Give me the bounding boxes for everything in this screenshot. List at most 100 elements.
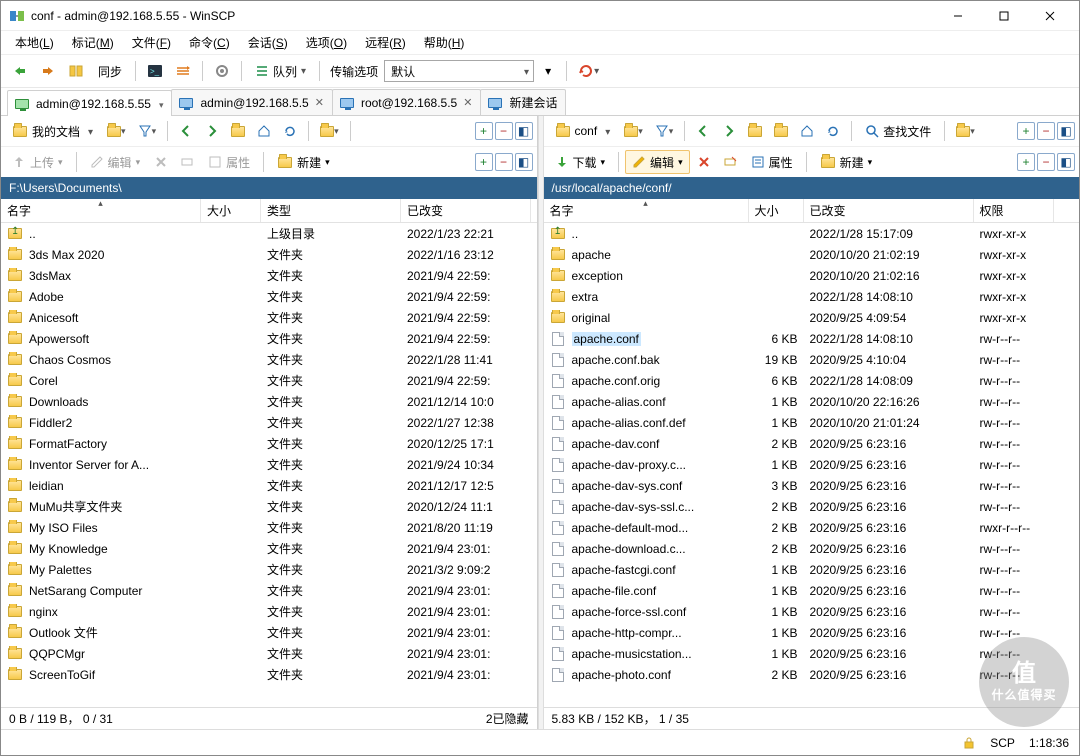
table-row[interactable]: NetSarang Computer文件夹2021/9/4 23:01: (1, 580, 537, 601)
remote-collapse-tree-button[interactable]: − (1037, 122, 1055, 140)
table-row[interactable]: apache-file.conf1 KB2020/9/25 6:23:16rw-… (544, 580, 1080, 601)
table-row[interactable]: Adobe文件夹2021/9/4 22:59: (1, 286, 537, 307)
maximize-button[interactable] (981, 1, 1027, 31)
column-header[interactable]: 大小 (201, 199, 261, 222)
remote-bookmark-icon[interactable]: ▾ (951, 119, 980, 143)
table-row[interactable]: apache.conf6 KB2022/1/28 14:08:10rw-r--r… (544, 328, 1080, 349)
table-row[interactable]: Inventor Server for A...文件夹2021/9/24 10:… (1, 454, 537, 475)
table-row[interactable]: FormatFactory文件夹2020/12/25 17:1 (1, 433, 537, 454)
session-tab[interactable]: admin@192.168.5.5✕ (171, 89, 332, 115)
remote-root-icon[interactable] (769, 119, 793, 143)
menu-item[interactable]: 选项(O) (298, 32, 355, 53)
local-refresh-icon[interactable] (278, 119, 302, 143)
table-row[interactable]: Outlook 文件文件夹2021/9/4 23:01: (1, 622, 537, 643)
remote-expand-tree-button[interactable]: + (1017, 122, 1035, 140)
table-row[interactable]: Apowersoft文件夹2021/9/4 22:59: (1, 328, 537, 349)
table-row[interactable]: apache-musicstation...1 KB2020/9/25 6:23… (544, 643, 1080, 664)
local-select-invert-button[interactable]: ◧ (515, 153, 533, 171)
local-bookmark-icon[interactable]: ▾ (315, 119, 344, 143)
remote-select-all-button[interactable]: + (1017, 153, 1035, 171)
remote-open-folder-icon[interactable]: ▾ (619, 119, 648, 143)
table-row[interactable]: Chaos Cosmos文件夹2022/1/28 11:41 (1, 349, 537, 370)
menu-item[interactable]: 文件(F) (124, 32, 179, 53)
local-tree-toggle-button[interactable]: ◧ (515, 122, 533, 140)
column-header[interactable]: 权限 (974, 199, 1054, 222)
local-rows[interactable]: ..上级目录2022/1/23 22:213ds Max 2020文件夹2022… (1, 223, 537, 707)
local-collapse-tree-button[interactable]: − (495, 122, 513, 140)
session-tab[interactable]: admin@192.168.5.55 (7, 90, 172, 116)
remote-folder-combo[interactable]: conf (548, 120, 618, 142)
remote-filter-icon[interactable]: ▾ (650, 119, 679, 143)
local-rename-icon[interactable] (175, 150, 199, 174)
queue-button[interactable]: 队列 ▾ (248, 59, 313, 83)
upload-button[interactable]: 上传 ▾ (5, 150, 70, 174)
minimize-button[interactable] (935, 1, 981, 31)
menu-item[interactable]: 本地(L) (7, 32, 62, 53)
table-row[interactable]: apache-alias.conf1 KB2020/10/20 22:16:26… (544, 391, 1080, 412)
local-home-icon[interactable] (252, 119, 276, 143)
table-row[interactable]: apache-http-compr...1 KB2020/9/25 6:23:1… (544, 622, 1080, 643)
table-row[interactable]: apache2020/10/20 21:02:19rwxr-xr-x (544, 244, 1080, 265)
column-header[interactable]: 名字▴ (544, 199, 749, 222)
table-row[interactable]: Fiddler2文件夹2022/1/27 12:38 (1, 412, 537, 433)
table-row[interactable]: My Knowledge文件夹2021/9/4 23:01: (1, 538, 537, 559)
remote-delete-icon[interactable] (692, 150, 716, 174)
sync-left-icon[interactable] (7, 59, 33, 83)
table-row[interactable]: apache-download.c...2 KB2020/9/25 6:23:1… (544, 538, 1080, 559)
column-header[interactable]: 名字▴ (1, 199, 201, 222)
table-row[interactable]: original2020/9/25 4:09:54rwxr-xr-x (544, 307, 1080, 328)
remote-home-icon[interactable] (795, 119, 819, 143)
remote-new-button[interactable]: 新建 ▾ (813, 150, 880, 174)
tab-dropdown-icon[interactable] (157, 97, 164, 111)
menu-item[interactable]: 会话(S) (240, 32, 296, 53)
remote-props-button[interactable]: 属性 (744, 150, 800, 174)
new-session-tab[interactable]: 新建会话 (480, 89, 566, 115)
remote-edit-button[interactable]: 编辑 ▾ (625, 150, 690, 174)
remote-tree-toggle-button[interactable]: ◧ (1057, 122, 1075, 140)
table-row[interactable]: Downloads文件夹2021/12/14 10:0 (1, 391, 537, 412)
local-back-icon[interactable] (174, 119, 198, 143)
table-row[interactable]: apache-dav.conf2 KB2020/9/25 6:23:16rw-r… (544, 433, 1080, 454)
table-row[interactable]: apache-dav-sys.conf3 KB2020/9/25 6:23:16… (544, 475, 1080, 496)
synchronize-button[interactable]: 同步 (91, 59, 129, 83)
table-row[interactable]: Corel文件夹2021/9/4 22:59: (1, 370, 537, 391)
table-row[interactable]: apache-default-mod...2 KB2020/9/25 6:23:… (544, 517, 1080, 538)
remote-forward-icon[interactable] (717, 119, 741, 143)
table-row[interactable]: apache-dav-sys-ssl.c...2 KB2020/9/25 6:2… (544, 496, 1080, 517)
preferences-icon[interactable] (209, 59, 235, 83)
table-row[interactable]: nginx文件夹2021/9/4 23:01: (1, 601, 537, 622)
remote-rename-icon[interactable] (718, 150, 742, 174)
table-row[interactable]: QQPCMgr文件夹2021/9/4 23:01: (1, 643, 537, 664)
table-row[interactable]: MuMu共享文件夹文件夹2020/12/24 11:1 (1, 496, 537, 517)
table-row[interactable]: apache-alias.conf.def1 KB2020/10/20 21:0… (544, 412, 1080, 433)
terminal-icon[interactable]: >_ (142, 59, 168, 83)
local-path-bar[interactable]: F:\Users\Documents\ (1, 177, 537, 199)
local-up-icon[interactable] (226, 119, 250, 143)
local-select-all-button[interactable]: + (475, 153, 493, 171)
local-new-button[interactable]: 新建 ▾ (270, 150, 337, 174)
local-folder-combo[interactable]: 我的文档 (5, 120, 100, 143)
tab-close-icon[interactable]: ✕ (315, 96, 324, 109)
transfer-settings-icon[interactable]: ▾ (536, 59, 560, 83)
menu-item[interactable]: 标记(M) (64, 32, 122, 53)
sync-right-icon[interactable] (35, 59, 61, 83)
remote-back-icon[interactable] (691, 119, 715, 143)
table-row[interactable]: My Palettes文件夹2021/3/2 9:09:2 (1, 559, 537, 580)
table-row[interactable]: apache.conf.orig6 KB2022/1/28 14:08:09rw… (544, 370, 1080, 391)
menu-item[interactable]: 命令(C) (181, 32, 238, 53)
session-tab[interactable]: root@192.168.5.5✕ (332, 89, 481, 115)
table-row[interactable]: ..2022/1/28 15:17:09rwxr-xr-x (544, 223, 1080, 244)
table-row[interactable]: apache-force-ssl.conf1 KB2020/9/25 6:23:… (544, 601, 1080, 622)
local-edit-button[interactable]: 编辑 ▾ (83, 150, 148, 174)
close-button[interactable] (1027, 1, 1073, 31)
table-row[interactable]: apache-dav-proxy.c...1 KB2020/9/25 6:23:… (544, 454, 1080, 475)
column-header[interactable]: 大小 (749, 199, 804, 222)
column-header[interactable]: 已改变 (401, 199, 531, 222)
remote-path-bar[interactable]: /usr/local/apache/conf/ (544, 177, 1080, 199)
local-select-none-button[interactable]: − (495, 153, 513, 171)
remote-rows[interactable]: ..2022/1/28 15:17:09rwxr-xr-xapache2020/… (544, 223, 1080, 707)
local-props-button[interactable]: 属性 (201, 150, 257, 174)
find-files-button[interactable]: 查找文件 (858, 119, 938, 143)
reconnect-icon[interactable]: ▾ (573, 59, 604, 83)
table-row[interactable]: ScreenToGif文件夹2021/9/4 23:01: (1, 664, 537, 685)
